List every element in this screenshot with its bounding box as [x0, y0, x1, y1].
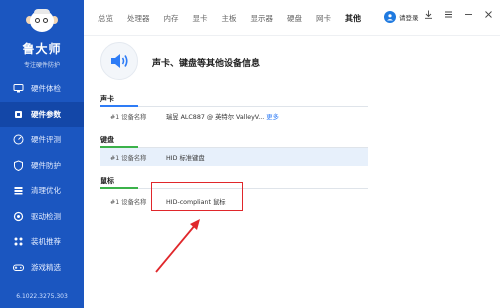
annotation-arrow-icon — [155, 219, 200, 273]
app-window: 鲁大师 专注硬件防护 硬件体检 硬件参数 硬件评测 硬件防护 清理优化 驱动检测… — [0, 0, 500, 308]
